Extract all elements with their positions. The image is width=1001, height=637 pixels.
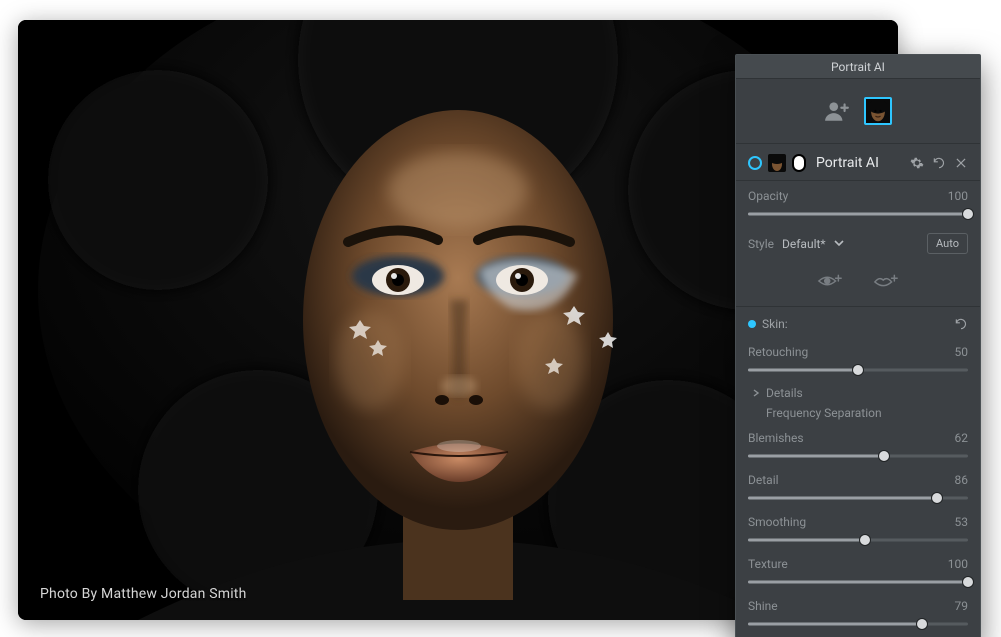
chevron-right-icon	[752, 386, 760, 400]
shine-value: 79	[955, 599, 969, 613]
layer-visibility-ring-icon[interactable]	[748, 156, 762, 170]
shine-slider[interactable]	[748, 615, 968, 633]
layer-mask-icon[interactable]	[792, 154, 806, 172]
opacity-row: Opacity 100	[748, 189, 968, 203]
detail-value: 86	[955, 473, 969, 487]
detail-row: Detail 86	[748, 473, 968, 487]
opacity-slider[interactable]	[748, 205, 968, 223]
retouching-slider[interactable]	[748, 361, 968, 379]
texture-slider[interactable]	[748, 573, 968, 591]
blemishes-slider[interactable]	[748, 447, 968, 465]
photo-credit: Photo By Matthew Jordan Smith	[40, 586, 247, 602]
detail-label: Detail	[748, 473, 779, 487]
texture-row: Texture 100	[748, 557, 968, 571]
skin-reset-icon[interactable]	[954, 317, 968, 331]
portrait-ai-panel: Portrait AI	[735, 54, 981, 637]
blemishes-row: Blemishes 62	[748, 431, 968, 445]
blemishes-value: 62	[955, 431, 969, 445]
details-label: Details	[766, 386, 803, 400]
skin-section-label: Skin:	[762, 317, 948, 331]
auto-button[interactable]: Auto	[927, 233, 968, 254]
style-label: Style	[748, 237, 774, 251]
blemishes-label: Blemishes	[748, 431, 804, 445]
smoothing-label: Smoothing	[748, 515, 806, 529]
smoothing-slider[interactable]	[748, 531, 968, 549]
retouching-row: Retouching 50	[748, 345, 968, 359]
add-person-icon[interactable]	[824, 100, 850, 122]
reset-icon[interactable]	[932, 156, 946, 170]
opacity-value: 100	[948, 189, 968, 203]
shine-row: Shine 79	[748, 599, 968, 613]
enhance-eyes-icon[interactable]	[817, 270, 843, 292]
layer-title: Portrait AI	[816, 155, 904, 171]
detected-face-thumb[interactable]	[864, 97, 892, 125]
style-select[interactable]: Default*	[782, 237, 826, 251]
details-toggle[interactable]: Details	[748, 383, 968, 403]
detail-slider[interactable]	[748, 489, 968, 507]
shine-label: Shine	[748, 599, 778, 613]
faces-row	[736, 79, 980, 144]
frequency-separation-button[interactable]: Frequency Separation	[748, 403, 968, 423]
frequency-separation-label: Frequency Separation	[766, 406, 882, 420]
panel-title: Portrait AI	[736, 55, 980, 79]
skin-active-dot-icon	[748, 320, 756, 328]
chevron-down-icon[interactable]	[834, 237, 844, 251]
close-icon[interactable]	[954, 156, 968, 170]
opacity-label: Opacity	[748, 189, 788, 203]
texture-value: 100	[948, 557, 968, 571]
texture-label: Texture	[748, 557, 788, 571]
gear-icon[interactable]	[910, 156, 924, 170]
retouching-value: 50	[955, 345, 969, 359]
layer-row: Portrait AI	[736, 144, 980, 181]
retouching-label: Retouching	[748, 345, 808, 359]
smoothing-value: 53	[955, 515, 969, 529]
enhance-lips-icon[interactable]	[873, 270, 899, 292]
layer-thumb	[768, 154, 786, 172]
smoothing-row: Smoothing 53	[748, 515, 968, 529]
